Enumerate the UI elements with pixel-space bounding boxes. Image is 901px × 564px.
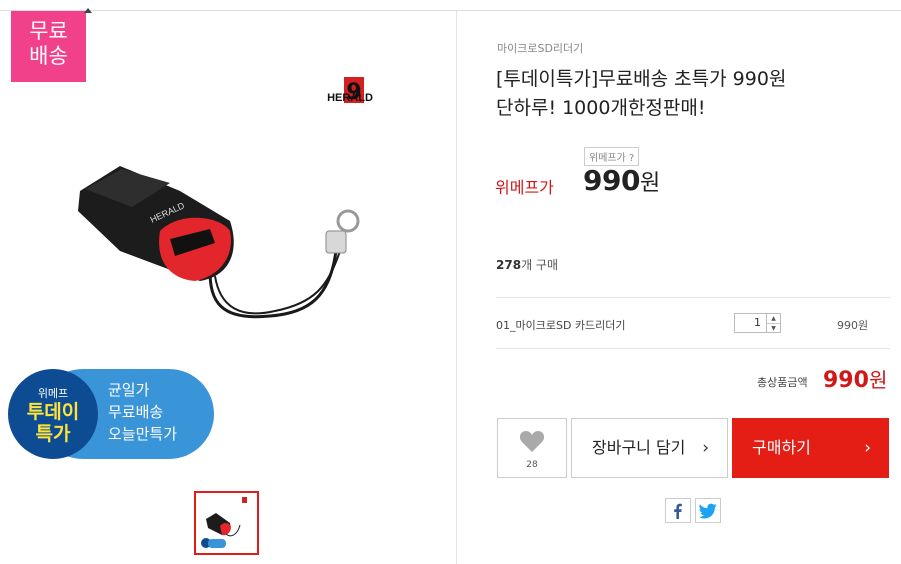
purchase-count-value: 278	[496, 258, 522, 272]
buy-label: 구매하기	[752, 438, 811, 457]
purchase-count: 278개 구매	[496, 256, 558, 273]
category-link[interactable]: 마이크로SD리더기	[497, 40, 583, 56]
twitter-icon	[698, 503, 717, 519]
corner-mark	[84, 8, 92, 13]
product-info: 마이크로SD리더기 [투데이특가]무료배송 초특가 990원 단하루! 1000…	[457, 11, 901, 564]
title-line-2: 단하루! 1000개한정판매!	[496, 97, 706, 119]
product-gallery: 무료 배송 9 HERALD HERALD 위메프 투데이 특가 균일가 무료배…	[0, 8, 456, 564]
promo-title-1: 투데이	[26, 401, 80, 423]
quantity-buttons: ▲ ▼	[766, 314, 780, 332]
facebook-icon	[674, 503, 682, 519]
promo-title-2: 특가	[35, 423, 71, 445]
quantity-up-icon[interactable]: ▲	[767, 314, 780, 323]
divider-bottom	[496, 348, 890, 349]
badge-line1: 무료	[29, 19, 68, 43]
sale-price: 990원	[583, 164, 660, 197]
title-line-1: [투데이특가]무료배송 초특가 990원	[496, 68, 787, 90]
total-price: 990원	[823, 364, 887, 393]
thumbnail-image	[201, 497, 247, 548]
promo-line-3: 오늘만특가	[108, 425, 178, 443]
promo-line-2: 무료배송	[108, 403, 164, 421]
thumbnail-selected[interactable]	[194, 491, 259, 555]
heart-icon	[519, 431, 545, 452]
like-button[interactable]: 28	[497, 418, 567, 478]
total-value: 990	[823, 368, 869, 393]
product-image[interactable]: 9 HERALD HERALD	[60, 71, 400, 331]
divider-top	[496, 297, 890, 298]
svg-text:HERALD: HERALD	[327, 92, 373, 104]
twitter-share-button[interactable]	[695, 498, 722, 523]
quantity-stepper[interactable]: 1 ▲ ▼	[734, 313, 781, 333]
badge-line2: 배송	[29, 44, 68, 68]
share-buttons	[665, 498, 722, 523]
chevron-right-icon: ›	[864, 438, 871, 458]
promo-lines: 균일가 무료배송 오늘만특가	[108, 379, 177, 445]
like-count: 28	[526, 460, 538, 470]
promo-line-1: 균일가	[108, 381, 150, 399]
promo-brand: 위메프	[37, 387, 69, 400]
total-unit: 원	[868, 368, 888, 392]
product-title: [투데이특가]무료배송 초특가 990원 단하루! 1000개한정판매!	[496, 65, 886, 123]
total-label: 총상품금액	[757, 376, 808, 389]
quantity-down-icon[interactable]: ▼	[767, 323, 780, 332]
price-label: 위메프가	[495, 178, 554, 197]
option-price: 990원	[837, 319, 869, 332]
price-value: 990	[583, 164, 640, 197]
facebook-share-button[interactable]	[665, 498, 691, 523]
today-special-promo: 위메프 투데이 특가 균일가 무료배송 오늘만특가	[8, 369, 214, 459]
option-name: 01_마이크로SD 카드리더기	[496, 319, 626, 332]
add-to-cart-button[interactable]: 장바구니 담기 ›	[571, 418, 728, 478]
price-unit: 원	[639, 171, 660, 196]
brand-logo: 9 HERALD	[327, 77, 373, 105]
purchase-count-suffix: 개 구매	[521, 258, 558, 272]
quantity-input[interactable]: 1	[735, 314, 766, 332]
promo-circle: 위메프 투데이 특가	[8, 369, 98, 459]
chevron-right-icon: ›	[702, 438, 709, 458]
cart-label: 장바구니 담기	[592, 438, 686, 457]
buy-now-button[interactable]: 구매하기 ›	[732, 418, 889, 478]
